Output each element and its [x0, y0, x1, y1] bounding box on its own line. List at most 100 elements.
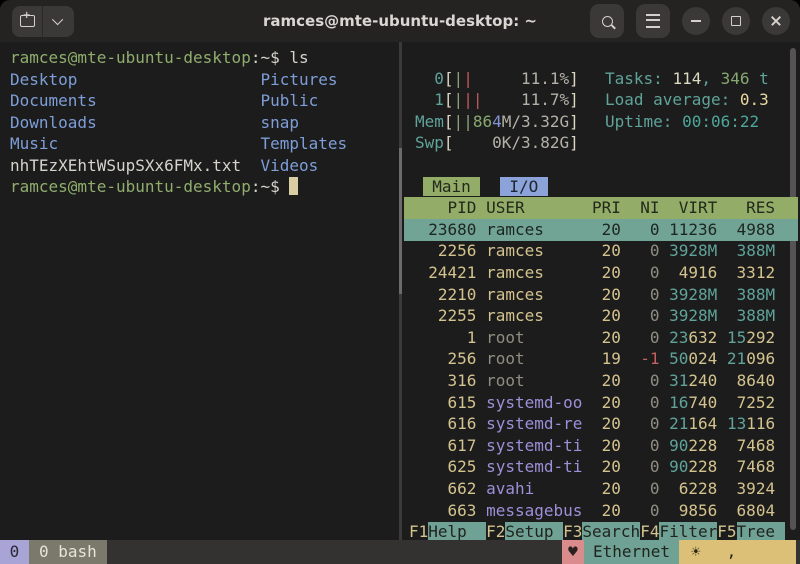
process-row[interactable]: 316 root 20 0 31240 8640 — [404, 370, 798, 392]
sun-icon: ☀ — [691, 540, 701, 564]
process-row[interactable]: 616 systemd-re 20 0 21164 13116 — [404, 413, 798, 435]
file-Videos: Videos — [260, 156, 318, 175]
pri-cell: 20 — [582, 436, 621, 455]
meter-value: 11.7% — [521, 90, 569, 109]
fkey-F3-label[interactable]: Search — [582, 522, 640, 540]
process-row[interactable]: 2256 ramces 20 0 3928M 388M — [404, 240, 798, 262]
user-cell: systemd-oo — [486, 393, 582, 412]
minimize-button[interactable] — [682, 7, 710, 35]
pri-cell: 20 — [582, 306, 621, 325]
meter-label: 0 — [415, 69, 444, 88]
pane-divider-thumb[interactable] — [399, 148, 402, 294]
ni-cell: -1 — [640, 349, 659, 368]
pid-cell: 24421 — [409, 263, 476, 282]
user-cell: root — [486, 328, 582, 347]
process-row[interactable]: 23680 ramces 20 0 11236 4988 — [404, 219, 798, 241]
pri-cell: 20 — [582, 501, 621, 520]
fkey-F4-label[interactable]: Filter — [659, 522, 717, 540]
ls-output-line: Music Templates — [10, 133, 347, 155]
fkey-F5-label[interactable]: Tree — [737, 522, 785, 540]
network-indicator: Ethernet — [584, 540, 679, 564]
pri-cell: 20 — [582, 285, 621, 304]
hamburger-menu-icon — [646, 14, 660, 28]
process-row[interactable]: 662 avahi 20 0 6228 3924 — [404, 478, 798, 500]
fkey-F3[interactable]: F3 — [563, 522, 582, 540]
user-cell: avahi — [486, 479, 582, 498]
meter-value: 11.1% — [521, 69, 569, 88]
pri-cell: 20 — [582, 371, 621, 390]
pid-cell: 663 — [409, 501, 476, 520]
tab-io[interactable]: I/O — [500, 177, 548, 196]
new-tab-button[interactable] — [12, 6, 43, 37]
pid-cell: 2255 — [409, 306, 476, 325]
process-row[interactable]: 615 systemd-oo 20 0 16740 7252 — [404, 392, 798, 414]
fkey-F1[interactable]: F1 — [409, 522, 428, 540]
user-cell: ramces — [486, 220, 582, 239]
meter-bar: | — [463, 69, 473, 88]
tab-list-dropdown-button[interactable] — [43, 6, 74, 37]
maximize-button[interactable] — [722, 7, 750, 35]
meter-bar: | — [454, 90, 464, 109]
user-cell: messagebus — [486, 501, 582, 520]
htop-tabs: Main I/O — [413, 176, 548, 198]
pri-cell: 20 — [582, 241, 621, 260]
pid-cell: 662 — [409, 479, 476, 498]
pri-cell: 19 — [582, 349, 621, 368]
battery-indicator: ♥ — [562, 540, 584, 564]
prompt-line: ramces@mte-ubuntu-desktop:~$ — [10, 176, 298, 198]
process-row[interactable]: 1 root 20 0 23632 15292 — [404, 327, 798, 349]
prompt-user-host: ramces@mte-ubuntu-desktop — [10, 177, 251, 196]
meter-value: M/3.32G — [502, 112, 569, 131]
fkey-F4[interactable]: F4 — [640, 522, 659, 540]
new-tab-icon — [20, 15, 35, 27]
process-row[interactable]: 617 systemd-ti 20 0 90228 7468 — [404, 435, 798, 457]
meter-bar: | — [463, 112, 473, 131]
prompt-path: ~ — [260, 177, 270, 196]
fkey-F1-label[interactable]: Help — [428, 522, 486, 540]
pid-cell: 316 — [409, 371, 476, 390]
process-row[interactable]: 24421 ramces 20 0 4916 3312 — [404, 262, 798, 284]
prompt-path: ~ — [260, 48, 270, 67]
titlebar-actions — [590, 4, 800, 38]
window-tab-bash[interactable]: 0 bash — [29, 540, 107, 564]
meter-value: 4 — [492, 112, 502, 131]
process-row[interactable]: 2210 ramces 20 0 3928M 388M — [404, 284, 798, 306]
prompt-user-host: ramces@mte-ubuntu-desktop — [10, 48, 251, 67]
htop-info-line: Uptime: 00:06:22 — [605, 111, 759, 133]
user-cell: ramces — [486, 241, 582, 260]
close-icon — [770, 15, 782, 27]
menu-button[interactable] — [636, 4, 670, 38]
ls-output-line: Desktop Pictures — [10, 69, 338, 91]
pri-cell: 20 — [582, 220, 621, 239]
fkey-F2[interactable]: F2 — [486, 522, 505, 540]
chevron-down-icon — [51, 14, 62, 25]
user-cell: root — [486, 349, 582, 368]
maximize-icon — [731, 16, 741, 26]
session-indicator: 0 — [0, 540, 29, 564]
meter-label: Mem — [415, 112, 444, 131]
htop-info-line: Tasks: 114, 346 t — [605, 68, 769, 90]
status-bar-spacer — [107, 540, 562, 564]
tab-main[interactable]: Main — [423, 177, 481, 196]
meter-bar: | — [454, 112, 464, 131]
meter-0: 0[|| 11.1%] — [415, 68, 579, 90]
fkey-F5[interactable]: F5 — [717, 522, 736, 540]
process-row[interactable]: 625 systemd-ti 20 0 90228 7468 — [404, 456, 798, 478]
process-row[interactable]: 256 root 19 -1 50024 21096 — [404, 348, 798, 370]
process-row[interactable]: 2255 ramces 20 0 3928M 388M — [404, 305, 798, 327]
search-icon — [602, 16, 613, 27]
window-title: ramces@mte-ubuntu-desktop: ~ — [263, 12, 537, 30]
file-Public: Public — [260, 91, 318, 110]
search-button[interactable] — [590, 4, 624, 38]
heart-icon: ♥ — [568, 542, 578, 561]
user-cell: root — [486, 371, 582, 390]
meter-1: 1[||| 11.7%] — [415, 89, 579, 111]
meter-label: 1 — [415, 90, 444, 109]
close-button[interactable] — [762, 7, 790, 35]
fkey-F2-label[interactable]: Setup — [505, 522, 563, 540]
ls-output-line: nhTEzXEhtWSupSXx6FMx.txt Videos — [10, 155, 318, 177]
tmux-status-bar: 0 0 bash ♥ Ethernet ☀ , — [0, 540, 800, 564]
pri-cell: 20 — [582, 457, 621, 476]
file-Templates: Templates — [260, 134, 347, 153]
process-row[interactable]: 663 messagebus 20 0 9856 6804 — [404, 500, 798, 522]
